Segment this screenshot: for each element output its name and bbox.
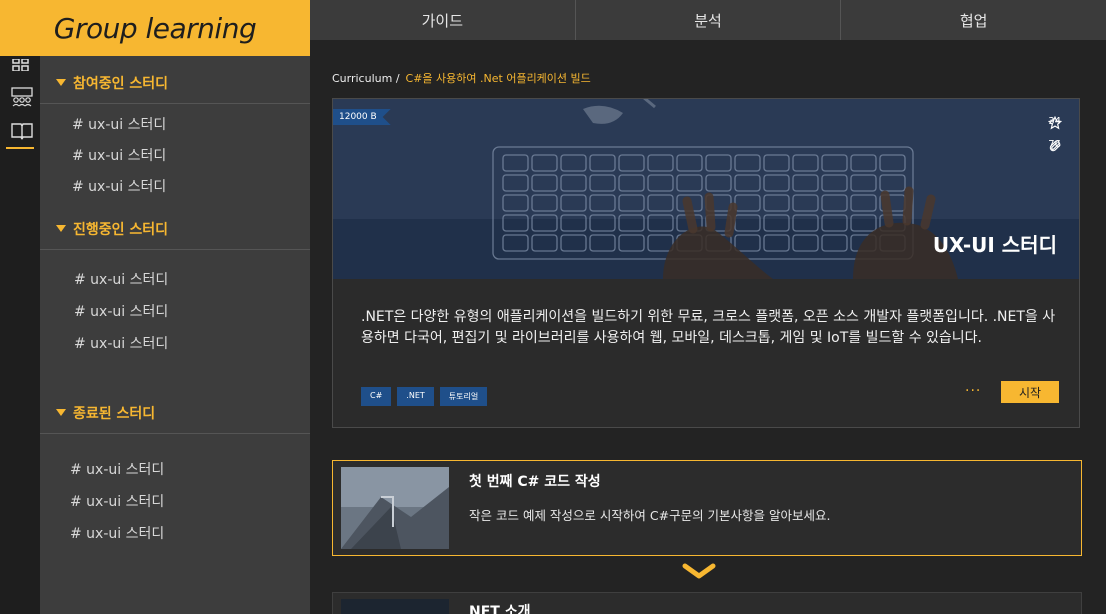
star-icon — [1048, 116, 1063, 130]
active-indicator — [6, 147, 34, 149]
breadcrumb: Curriculum / C#을 사용하여 .Net 어플리케이션 빌드 — [332, 70, 591, 86]
main-content: Curriculum / C#을 사용하여 .Net 어플리케이션 빌드 120… — [310, 40, 1106, 614]
app-root: Group learning 가이드 분석 협업 참여중인 스터디 # ux-u… — [0, 0, 1106, 614]
paperclip-icon — [1050, 140, 1061, 152]
section-title: 참여중인 스터디 — [73, 75, 169, 92]
sidebar: 참여중인 스터디 # ux-ui 스터디 # ux-ui 스터디 # ux-ui… — [40, 56, 310, 614]
lesson-title: NET 소개 — [469, 604, 531, 614]
price-badge: 12000 B — [333, 109, 391, 125]
lesson-thumbnail — [341, 599, 449, 614]
attachments-stat[interactable]: 76 — [1048, 139, 1061, 152]
caret-down-icon — [56, 225, 66, 232]
lesson-description: 작은 코드 예제 작성으로 시작하여 C#구문의 기본사항을 알아보세요. — [469, 508, 831, 523]
start-button[interactable]: 시작 — [1001, 381, 1059, 403]
lesson-thumbnail — [341, 467, 449, 549]
tag-dotnet[interactable]: .NET — [397, 387, 434, 406]
icon-rail — [0, 56, 40, 614]
tab-analysis[interactable]: 분석 — [576, 0, 842, 40]
tag-tutorial[interactable]: 튜토리얼 — [439, 387, 488, 406]
lesson-card[interactable]: 첫 번째 C# 코드 작성 작은 코드 예제 작성으로 시작하여 C#구문의 기… — [332, 460, 1082, 556]
chevron-down-icon[interactable] — [681, 560, 717, 582]
course-title: UX-UI 스터디 — [932, 233, 1057, 257]
logo-text: Group learning — [53, 11, 257, 45]
sidebar-item-study[interactable]: # ux-ui 스터디 — [74, 269, 168, 289]
tag-list: C# .NET 튜토리얼 — [361, 387, 488, 406]
course-hero-image: 12000 B 34 76 UX-UI 스터디 — [333, 99, 1079, 279]
section-joined-header[interactable]: 참여중인 스터디 — [40, 62, 310, 104]
book-icon[interactable] — [10, 120, 33, 142]
stars-stat[interactable]: 34 — [1048, 116, 1063, 130]
grid-icon[interactable] — [12, 56, 30, 72]
breadcrumb-root[interactable]: Curriculum / — [332, 72, 400, 85]
sidebar-item-study[interactable]: # ux-ui 스터디 — [74, 333, 168, 353]
lesson-card[interactable]: NET 소개 — [332, 592, 1082, 614]
sidebar-item-study[interactable]: # ux-ui 스터디 — [72, 114, 166, 134]
section-ended-header[interactable]: 종료된 스터디 — [40, 392, 310, 434]
lesson-title: 첫 번째 C# 코드 작성 — [469, 474, 601, 490]
sidebar-item-study[interactable]: # ux-ui 스터디 — [74, 301, 168, 321]
breadcrumb-current: C#을 사용하여 .Net 어플리케이션 빌드 — [405, 72, 591, 85]
sidebar-item-study[interactable]: # ux-ui 스터디 — [72, 176, 166, 196]
course-description: .NET은 다양한 유형의 애플리케이션을 빌드하기 위한 무료, 크로스 플랫… — [361, 309, 1056, 346]
sidebar-item-study[interactable]: # ux-ui 스터디 — [70, 523, 164, 543]
tag-csharp[interactable]: C# — [361, 387, 392, 406]
sidebar-item-study[interactable]: # ux-ui 스터디 — [72, 145, 166, 165]
section-title: 진행중인 스터디 — [73, 221, 169, 238]
people-icon[interactable] — [10, 84, 33, 107]
tab-collaboration[interactable]: 협업 — [841, 0, 1106, 40]
section-ongoing-header[interactable]: 진행중인 스터디 — [40, 208, 310, 250]
course-card: 12000 B 34 76 UX-UI 스터디 .NET은 다양한 유형의 애플… — [332, 98, 1080, 428]
tab-guide[interactable]: 가이드 — [310, 0, 576, 40]
caret-down-icon — [56, 409, 66, 416]
more-options-icon[interactable]: ··· — [965, 383, 981, 399]
caret-down-icon — [56, 79, 66, 86]
section-title: 종료된 스터디 — [73, 405, 156, 422]
sidebar-item-study[interactable]: # ux-ui 스터디 — [70, 459, 164, 479]
top-nav: 가이드 분석 협업 — [310, 0, 1106, 40]
app-logo[interactable]: Group learning — [0, 0, 310, 56]
sidebar-item-study[interactable]: # ux-ui 스터디 — [70, 491, 164, 511]
